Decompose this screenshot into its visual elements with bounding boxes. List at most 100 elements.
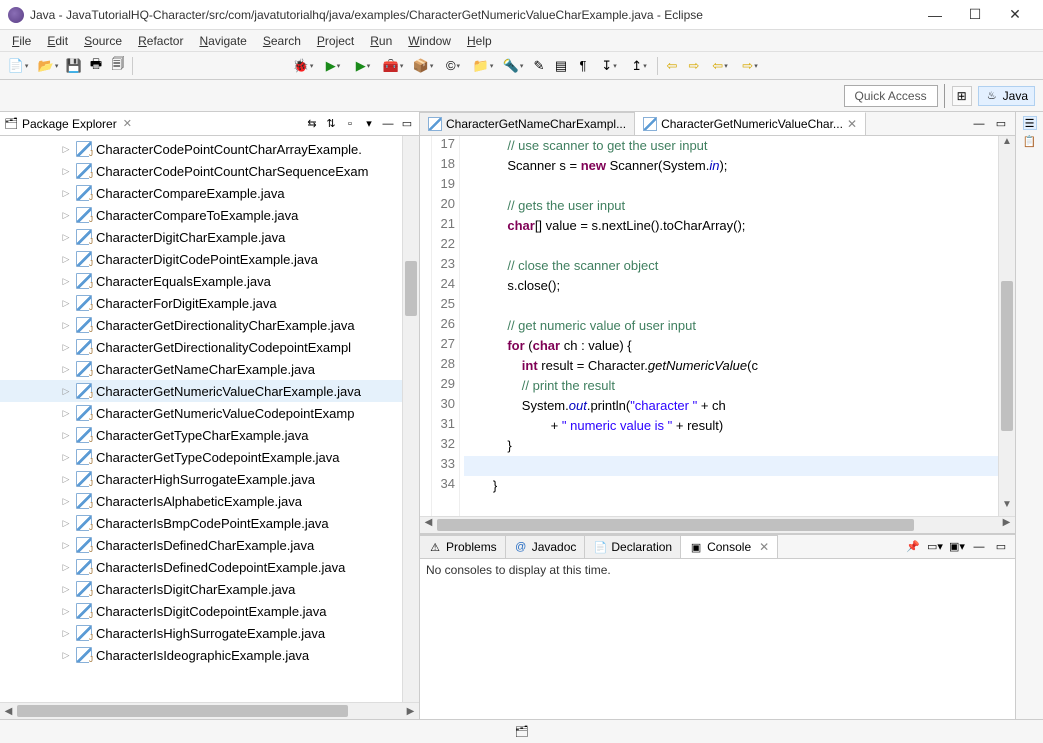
tree-item[interactable]: ▷CharacterHighSurrogateExample.java [0, 468, 419, 490]
menu-project[interactable]: Project [309, 30, 362, 51]
expand-icon[interactable]: ▷ [60, 584, 72, 595]
save-button[interactable]: 💾 [64, 56, 84, 76]
open-button[interactable]: 📂▾ [34, 56, 62, 76]
run-last-button[interactable]: ▶▾ [349, 56, 377, 76]
menu-help[interactable]: Help [459, 30, 500, 51]
expand-icon[interactable]: ▷ [60, 320, 72, 331]
tree-item[interactable]: ▷CharacterGetDirectionalityCharExample.j… [0, 314, 419, 336]
scrollbar-thumb[interactable] [437, 519, 914, 531]
menu-navigate[interactable]: Navigate [191, 30, 254, 51]
tree-item[interactable]: ▷CharacterIsAlphabeticExample.java [0, 490, 419, 512]
expand-icon[interactable]: ▷ [60, 254, 72, 265]
package-explorer-tree[interactable]: ▷CharacterCodePointCountCharArrayExample… [0, 136, 419, 702]
pin-console-button[interactable]: 📌 [905, 539, 921, 555]
expand-icon[interactable]: ▷ [60, 540, 72, 551]
run-button[interactable]: ▶▾ [319, 56, 347, 76]
open-perspective-button[interactable]: ⊞ [952, 86, 972, 106]
history-back-button[interactable]: ⇦▾ [706, 56, 734, 76]
close-icon[interactable]: ✕ [847, 117, 857, 131]
maximize-button[interactable]: ☐ [955, 1, 995, 29]
expand-icon[interactable]: ▷ [60, 364, 72, 375]
print-button[interactable]: 🗐 [108, 56, 128, 76]
annotation-nav-button[interactable]: ↧▾ [595, 56, 623, 76]
forward-button[interactable]: ⇨ [684, 56, 704, 76]
tree-item[interactable]: ▷CharacterGetTypeCharExample.java [0, 424, 419, 446]
tree-item[interactable]: ▷CharacterCompareExample.java [0, 182, 419, 204]
menu-edit[interactable]: Edit [39, 30, 76, 51]
toggle-mark-button[interactable]: ✎ [529, 56, 549, 76]
expand-icon[interactable]: ▷ [60, 188, 72, 199]
expand-icon[interactable]: ▷ [60, 144, 72, 155]
history-forward-button[interactable]: ⇨▾ [736, 56, 764, 76]
close-icon[interactable]: ✕ [759, 540, 769, 554]
scroll-right-button[interactable]: ▶ [998, 517, 1015, 533]
expand-icon[interactable]: ▷ [60, 210, 72, 221]
scroll-right-button[interactable]: ▶ [402, 706, 419, 717]
scrollbar-thumb[interactable] [1001, 281, 1013, 431]
collapse-all-button[interactable]: ⇆ [304, 116, 320, 132]
package-explorer-tab[interactable]: 🗂 Package Explorer ✕ [4, 117, 301, 131]
tree-item[interactable]: ▷CharacterGetDirectionalityCodepointExam… [0, 336, 419, 358]
new-class-button[interactable]: ©▾ [439, 56, 467, 76]
menu-source[interactable]: Source [76, 30, 130, 51]
scroll-down-button[interactable]: ▼ [999, 499, 1015, 516]
show-whitespace-button[interactable]: ¶ [573, 56, 593, 76]
menu-refactor[interactable]: Refactor [130, 30, 191, 51]
scroll-left-button[interactable]: ◀ [0, 706, 17, 717]
scroll-left-button[interactable]: ◀ [420, 517, 437, 533]
tree-item[interactable]: ▷CharacterDigitCodePointExample.java [0, 248, 419, 270]
expand-icon[interactable]: ▷ [60, 386, 72, 397]
view-menu-button[interactable]: ▾ [361, 116, 377, 132]
maximize-view-button[interactable]: ▭ [399, 116, 415, 132]
expand-icon[interactable]: ▷ [60, 408, 72, 419]
menu-run[interactable]: Run [362, 30, 400, 51]
new-folder-button[interactable]: 📁▾ [469, 56, 497, 76]
tree-item[interactable]: ▷CharacterGetNumericValueCodepointExamp [0, 402, 419, 424]
tree-item[interactable]: ▷CharacterIsDigitCharExample.java [0, 578, 419, 600]
expand-icon[interactable]: ▷ [60, 628, 72, 639]
expand-icon[interactable]: ▷ [60, 496, 72, 507]
tab-declaration[interactable]: 📄Declaration [585, 535, 681, 558]
expand-icon[interactable]: ▷ [60, 232, 72, 243]
menu-window[interactable]: Window [400, 30, 459, 51]
expand-icon[interactable]: ▷ [60, 562, 72, 573]
expand-icon[interactable]: ▷ [60, 606, 72, 617]
tree-item[interactable]: ▷CharacterIsDigitCodepointExample.java [0, 600, 419, 622]
vertical-scrollbar[interactable]: ▲ ▼ [998, 136, 1015, 516]
expand-icon[interactable]: ▷ [60, 430, 72, 441]
expand-icon[interactable]: ▷ [60, 166, 72, 177]
toggle-block-button[interactable]: ▤ [551, 56, 571, 76]
minimize-view-button[interactable]: — [380, 116, 396, 132]
tree-item[interactable]: ▷CharacterDigitCharExample.java [0, 226, 419, 248]
tree-item[interactable]: ▷CharacterGetNumericValueCharExample.jav… [0, 380, 419, 402]
tree-item[interactable]: ▷CharacterIsDefinedCharExample.java [0, 534, 419, 556]
back-button[interactable]: ⇦ [662, 56, 682, 76]
tree-item[interactable]: ▷CharacterEqualsExample.java [0, 270, 419, 292]
editor-tab[interactable]: CharacterGetNameCharExampl... [420, 112, 635, 135]
tree-item[interactable]: ▷CharacterForDigitExample.java [0, 292, 419, 314]
expand-icon[interactable]: ▷ [60, 298, 72, 309]
vertical-scrollbar[interactable] [402, 136, 419, 702]
tab-console[interactable]: ▣Console✕ [681, 535, 778, 558]
display-console-button[interactable]: ▭▾ [927, 539, 943, 555]
expand-icon[interactable]: ▷ [60, 276, 72, 287]
focus-button[interactable]: ▫ [342, 116, 358, 132]
minimize-button[interactable]: — [915, 1, 955, 29]
maximize-editor-button[interactable]: ▭ [993, 116, 1009, 132]
task-list-button[interactable]: 📋 [1023, 134, 1037, 148]
tree-item[interactable]: ▷CharacterGetNameCharExample.java [0, 358, 419, 380]
horizontal-scrollbar[interactable]: ◀ ▶ [420, 516, 1015, 533]
scrollbar-thumb[interactable] [17, 705, 348, 717]
horizontal-scrollbar[interactable]: ◀ ▶ [0, 702, 419, 719]
close-icon[interactable]: ✕ [123, 117, 132, 130]
expand-icon[interactable]: ▷ [60, 650, 72, 661]
debug-button[interactable]: 🐞▾ [289, 56, 317, 76]
expand-icon[interactable]: ▷ [60, 452, 72, 463]
code-editor[interactable]: 171819202122232425262728293031323334 // … [420, 136, 1015, 516]
tree-item[interactable]: ▷CharacterIsIdeographicExample.java [0, 644, 419, 666]
menu-search[interactable]: Search [255, 30, 309, 51]
maximize-view-button[interactable]: ▭ [993, 539, 1009, 555]
menu-file[interactable]: File [4, 30, 39, 51]
tree-item[interactable]: ▷CharacterGetTypeCodepointExample.java [0, 446, 419, 468]
tree-item[interactable]: ▷CharacterIsBmpCodePointExample.java [0, 512, 419, 534]
